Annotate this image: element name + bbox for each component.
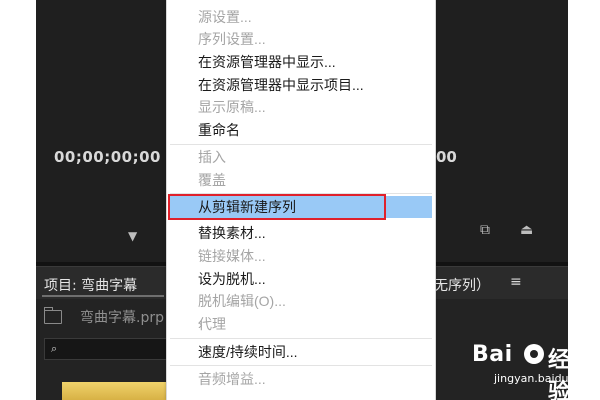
marker-icon[interactable]: ▼ (128, 230, 137, 242)
watermark-url: jingyan.baidu.com (494, 372, 568, 385)
project-panel-tab[interactable]: 项目: 弯曲字幕 (44, 275, 137, 295)
panel-menu-icon[interactable]: ≡ (510, 274, 522, 290)
active-tab-indicator (42, 295, 164, 297)
menu-item-proxy[interactable]: 代理 › (167, 313, 435, 335)
menu-item-make-offline[interactable]: 设为脱机... (167, 268, 435, 290)
menu-item-reveal-in-explorer[interactable]: 在资源管理器中显示... (167, 51, 435, 73)
clip-thumbnail[interactable] (62, 382, 166, 400)
watermark-jingyan: 经验 (548, 348, 568, 400)
search-icon: ⌕ (51, 342, 58, 355)
export-frame-icon[interactable]: ⏏ (520, 222, 533, 238)
menu-item-speed-duration[interactable]: 速度/持续时间... (167, 341, 435, 363)
watermark-bai: Bai (472, 342, 513, 367)
menu-item-show-original[interactable]: 显示原稿... (167, 96, 435, 118)
menu-item-rename[interactable]: 重命名 (167, 119, 435, 141)
paw-icon (524, 344, 544, 364)
menu-separator (170, 338, 432, 339)
menu-item-audio-gain[interactable]: 音频增益... (167, 368, 435, 390)
menu-item-replace-footage[interactable]: 替换素材... (167, 222, 435, 244)
menu-item-insert[interactable]: 插入 (167, 146, 435, 168)
menu-separator (170, 365, 432, 366)
menu-item-edit-offline[interactable]: 脱机编辑(O)... (167, 290, 435, 312)
menu-item-reveal-project-in-explorer[interactable]: 在资源管理器中显示项目... (167, 74, 435, 96)
folder-icon (44, 307, 62, 324)
extract-icon[interactable]: ⧉ (480, 222, 490, 238)
menu-item-sequence-settings[interactable]: 序列设置... (167, 28, 435, 50)
submenu-arrow-icon: › (198, 316, 203, 332)
project-file-name: 弯曲字幕.prp (80, 310, 164, 326)
menu-item-source-settings[interactable]: 源设置... (167, 6, 435, 28)
search-input[interactable]: ⌕ (44, 338, 168, 360)
menu-item-link-media[interactable]: 链接媒体... (167, 245, 435, 267)
menu-separator (170, 144, 432, 145)
sequence-panel-tab[interactable]: 无序列） (434, 275, 490, 295)
highlight-annotation-box (168, 194, 386, 220)
timecode-display-right[interactable]: 00 (436, 148, 457, 166)
menu-item-overwrite[interactable]: 覆盖 (167, 169, 435, 191)
timecode-display[interactable]: 00;00;00;00 (54, 148, 161, 166)
